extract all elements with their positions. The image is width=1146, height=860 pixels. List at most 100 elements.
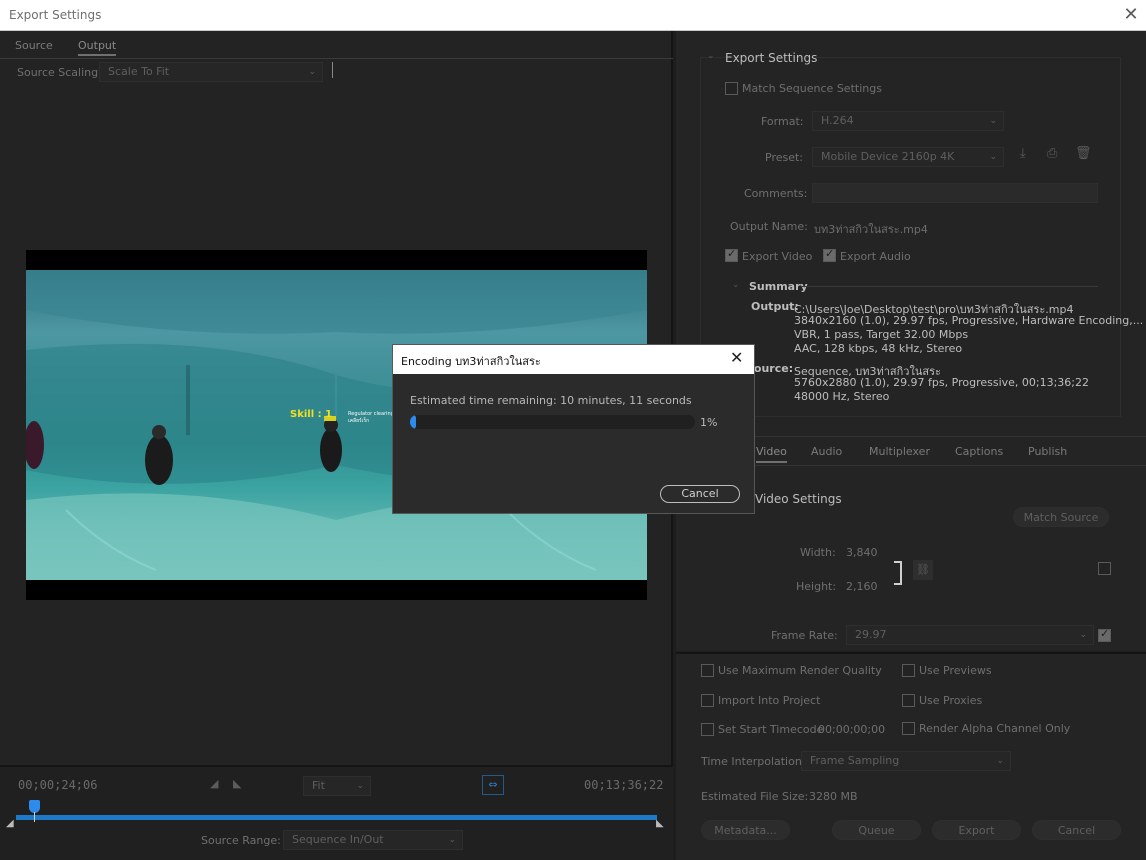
summary-output-line: AAC, 128 kbps, 48 kHz, Stereo bbox=[794, 342, 963, 355]
width-value[interactable]: 3,840 bbox=[846, 546, 878, 559]
tab-video[interactable]: Video bbox=[756, 445, 787, 463]
close-icon[interactable]: ✕ bbox=[1120, 3, 1142, 27]
chevron-down-icon[interactable]: ⌄ bbox=[732, 280, 740, 290]
cancel-button[interactable]: Cancel bbox=[1032, 820, 1121, 840]
current-timecode[interactable]: 00;00;24;06 bbox=[18, 778, 97, 792]
queue-button[interactable]: Queue bbox=[832, 820, 921, 840]
height-value[interactable]: 2,160 bbox=[846, 580, 878, 593]
match-source-button[interactable]: Match Source bbox=[1013, 507, 1109, 527]
export-audio-label: Export Audio bbox=[840, 250, 911, 263]
start-timecode-checkbox[interactable] bbox=[701, 723, 714, 736]
settings-panel: ⌄ Export Settings Match Sequence Setting… bbox=[676, 31, 1146, 651]
summary-source-line: 5760x2880 (1.0), 29.97 fps, Progressive,… bbox=[794, 376, 1090, 389]
chevron-down-icon[interactable]: ⌄ bbox=[707, 51, 715, 61]
export-options-panel: Use Maximum Render Quality Use Previews … bbox=[676, 652, 1146, 860]
encoding-dialog: Encoding บท3ท่าสกิวในสระ ✕ Estimated tim… bbox=[392, 344, 755, 514]
source-range-label: Source Range: bbox=[201, 834, 281, 847]
skill-caption: Skill : 1 bbox=[290, 409, 333, 420]
tab-source[interactable]: Source bbox=[15, 39, 53, 52]
chevron-down-icon: ⌄ bbox=[989, 116, 997, 126]
preview-tabs: Source Output bbox=[0, 31, 673, 59]
time-remaining-text: Estimated time remaining: 10 minutes, 11… bbox=[410, 394, 692, 407]
tab-audio[interactable]: Audio bbox=[811, 445, 842, 458]
tab-publish[interactable]: Publish bbox=[1028, 445, 1067, 458]
source-range-dropdown[interactable]: Sequence In/Out ⌄ bbox=[283, 830, 463, 850]
import-project-label: Import Into Project bbox=[718, 694, 821, 707]
preset-dropdown[interactable]: Mobile Device 2160p 4K ⌄ bbox=[812, 147, 1004, 167]
progress-percent: 1% bbox=[700, 416, 718, 429]
width-label: Width: bbox=[800, 546, 836, 559]
preset-label: Preset: bbox=[765, 151, 804, 164]
export-video-checkbox[interactable] bbox=[725, 247, 738, 262]
in-point-icon[interactable]: ◢ bbox=[6, 818, 14, 829]
export-video-label: Export Video bbox=[742, 250, 813, 263]
frame-rate-checkbox[interactable] bbox=[1098, 627, 1111, 642]
chevron-down-icon: ⌄ bbox=[1079, 630, 1087, 640]
tab-captions[interactable]: Captions bbox=[955, 445, 1003, 458]
chevron-down-icon: ⌄ bbox=[448, 835, 456, 845]
comments-input[interactable] bbox=[812, 183, 1098, 203]
export-button[interactable]: Export bbox=[932, 820, 1021, 840]
timeline-track[interactable] bbox=[16, 815, 657, 820]
dialog-header: Encoding บท3ท่าสกิวในสระ ✕ bbox=[393, 345, 754, 374]
mark-in-icon[interactable]: ◢ bbox=[210, 777, 218, 790]
use-previews-checkbox[interactable] bbox=[902, 664, 915, 677]
dialog-title: Encoding บท3ท่าสกิวในสระ bbox=[401, 355, 541, 368]
encoding-cancel-button[interactable]: Cancel bbox=[660, 485, 740, 503]
dimension-override-checkbox[interactable] bbox=[1098, 562, 1111, 575]
import-project-checkbox[interactable] bbox=[701, 694, 714, 707]
export-audio-checkbox[interactable] bbox=[823, 247, 836, 262]
close-icon[interactable]: ✕ bbox=[730, 348, 743, 367]
render-alpha-label: Render Alpha Channel Only bbox=[919, 722, 1071, 735]
link-icon[interactable]: ⛓ bbox=[913, 560, 933, 580]
summary-output-line: 3840x2160 (1.0), 29.97 fps, Progressive,… bbox=[794, 314, 1144, 327]
max-render-label: Use Maximum Render Quality bbox=[718, 664, 882, 677]
link-bracket bbox=[894, 561, 902, 585]
chevron-down-icon: ⌄ bbox=[356, 781, 364, 791]
file-size-label: Estimated File Size: bbox=[701, 790, 809, 803]
source-scaling-value: Scale To Fit bbox=[108, 65, 170, 78]
chevron-down-icon: ⌄ bbox=[989, 152, 997, 162]
max-render-checkbox[interactable] bbox=[701, 664, 714, 677]
source-scaling-dropdown[interactable]: Scale To Fit ⌄ bbox=[99, 62, 323, 82]
tab-output[interactable]: Output bbox=[78, 39, 117, 56]
summary-title: Summary bbox=[749, 280, 808, 293]
use-previews-label: Use Previews bbox=[919, 664, 992, 677]
summary-output-label: Output: bbox=[751, 300, 799, 313]
frame-rate-value: 29.97 bbox=[855, 628, 887, 641]
use-proxies-label: Use Proxies bbox=[919, 694, 983, 707]
video-settings-title: Video Settings bbox=[755, 492, 842, 506]
zoom-dropdown[interactable]: Fit ⌄ bbox=[303, 776, 371, 796]
chevron-down-icon: ⌄ bbox=[308, 67, 316, 77]
source-scaling-label: Source Scaling bbox=[17, 66, 99, 79]
render-alpha-checkbox[interactable] bbox=[902, 722, 915, 735]
time-interpolation-dropdown[interactable]: Frame Sampling ⌄ bbox=[801, 751, 1011, 771]
output-name-label: Output Name: bbox=[730, 220, 808, 233]
match-sequence-label: Match Sequence Settings bbox=[742, 82, 882, 95]
delete-preset-icon[interactable]: 🗑 bbox=[1075, 146, 1092, 161]
mark-out-icon[interactable]: ◣ bbox=[233, 777, 241, 790]
save-preset-icon[interactable]: ⤓ bbox=[1020, 146, 1026, 161]
format-value: H.264 bbox=[821, 114, 854, 127]
summary-output-line: VBR, 1 pass, Target 32.00 Mbps bbox=[794, 328, 969, 341]
progress-fill bbox=[410, 415, 416, 429]
use-proxies-checkbox[interactable] bbox=[902, 694, 915, 707]
time-interpolation-label: Time Interpolation: bbox=[701, 755, 806, 768]
time-interpolation-value: Frame Sampling bbox=[810, 754, 900, 767]
chevron-down-icon: ⌄ bbox=[996, 756, 1004, 766]
regulator-caption: Regulator clearing เคลียร์เร็ก bbox=[348, 411, 394, 424]
output-name-link[interactable]: บท3ท่าสกิวในสระ.mp4 bbox=[814, 220, 928, 238]
source-range-value: Sequence In/Out bbox=[292, 833, 384, 846]
tab-multiplexer[interactable]: Multiplexer bbox=[869, 445, 930, 458]
match-sequence-checkbox[interactable] bbox=[725, 82, 738, 95]
aspect-ratio-icon[interactable]: ⇔ bbox=[482, 775, 504, 795]
window-titlebar: Export Settings ✕ bbox=[0, 0, 1146, 31]
out-point-icon[interactable]: ◣ bbox=[656, 818, 664, 829]
format-dropdown[interactable]: H.264 ⌄ bbox=[812, 111, 1004, 131]
import-preset-icon[interactable]: ⎙ bbox=[1047, 146, 1057, 161]
end-timecode: 00;13;36;22 bbox=[584, 778, 664, 792]
start-timecode-value[interactable]: 00;00;00;00 bbox=[818, 723, 885, 736]
playhead-line bbox=[34, 812, 35, 822]
frame-rate-dropdown[interactable]: 29.97 ⌄ bbox=[846, 625, 1094, 645]
metadata-button[interactable]: Metadata... bbox=[701, 820, 790, 840]
